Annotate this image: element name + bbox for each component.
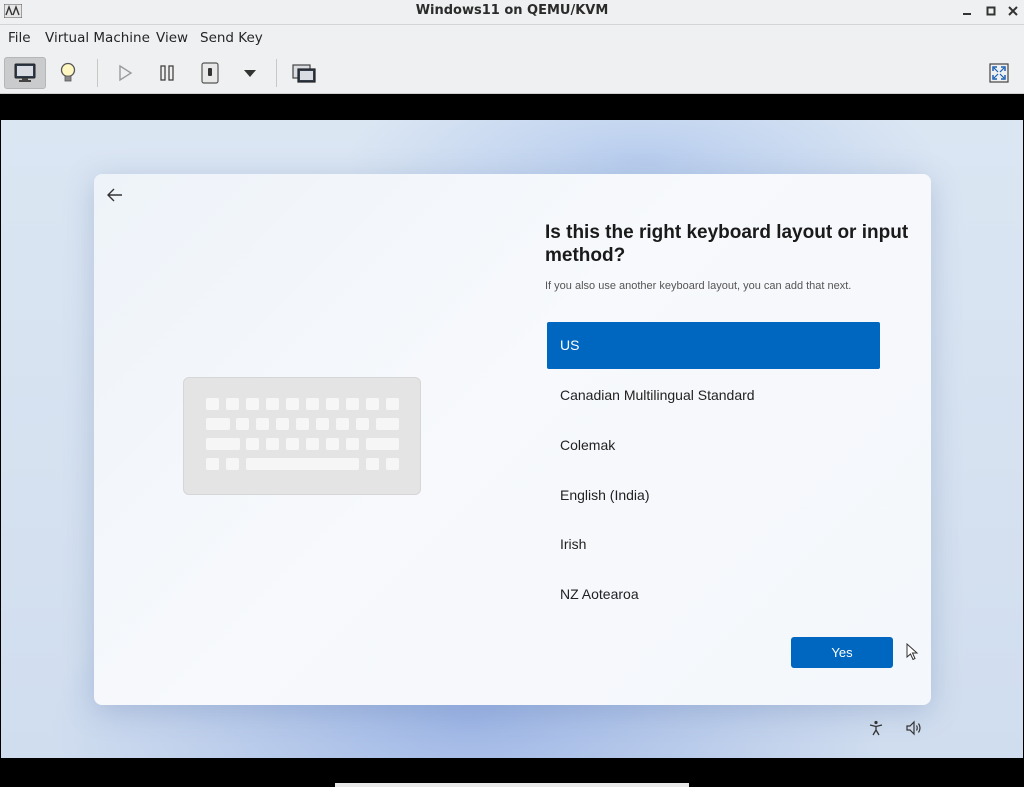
fullscreen-icon — [989, 63, 1009, 83]
details-view-button[interactable] — [47, 57, 89, 89]
maximize-icon — [986, 6, 996, 16]
run-button[interactable] — [104, 57, 146, 89]
window-titlebar: Windows11 on QEMU/KVM — [0, 0, 1024, 25]
layout-option-english-india[interactable]: English (India) — [547, 472, 880, 519]
back-button[interactable] — [104, 184, 126, 206]
layout-option-colemak[interactable]: Colemak — [547, 422, 880, 469]
toolbar-separator — [276, 59, 277, 87]
page-subtitle: If you also use another keyboard layout,… — [545, 280, 852, 292]
console-view-button[interactable] — [4, 57, 46, 89]
menubar: File Virtual Machine View Send Key — [0, 25, 1024, 51]
close-icon — [1008, 6, 1018, 16]
shutdown-menu-button[interactable] — [229, 57, 271, 89]
layout-option-nz-aotearoa[interactable]: NZ Aotearoa — [547, 571, 880, 618]
snapshots-button[interactable] — [283, 57, 325, 89]
volume-button[interactable] — [904, 718, 924, 738]
vm-display[interactable]: Is this the right keyboard layout or inp… — [1, 120, 1023, 758]
fullscreen-button[interactable] — [978, 57, 1020, 89]
play-icon — [119, 64, 133, 82]
horizontal-scrollbar[interactable] — [335, 783, 689, 787]
pause-icon — [160, 65, 174, 81]
menu-send-key[interactable]: Send Key — [200, 30, 263, 46]
menu-file[interactable]: File — [8, 30, 31, 46]
power-icon — [201, 62, 219, 84]
accessibility-icon — [869, 720, 883, 736]
lightbulb-icon — [60, 62, 76, 82]
back-arrow-icon — [107, 188, 122, 202]
yes-button[interactable]: Yes — [791, 637, 893, 668]
menu-virtual-machine[interactable]: Virtual Machine — [45, 30, 150, 46]
mouse-pointer-icon — [906, 643, 919, 661]
minimize-icon — [963, 13, 971, 15]
oobe-card: Is this the right keyboard layout or inp… — [94, 174, 931, 705]
layout-option-us[interactable]: US — [547, 322, 880, 369]
dropdown-arrow-icon — [244, 70, 256, 77]
page-title: Is this the right keyboard layout or inp… — [545, 222, 909, 266]
pause-button[interactable] — [146, 57, 188, 89]
minimize-button[interactable] — [958, 3, 976, 21]
toolbar-separator — [97, 59, 98, 87]
close-button[interactable] — [1004, 3, 1022, 21]
screenshot-icon — [292, 64, 316, 83]
monitor-icon — [14, 63, 36, 82]
shutdown-button[interactable] — [189, 57, 231, 89]
keyboard-illustration — [183, 377, 421, 495]
accessibility-button[interactable] — [866, 718, 886, 738]
layout-option-irish[interactable]: Irish — [547, 521, 880, 568]
menu-view[interactable]: View — [156, 30, 188, 46]
layout-option-canadian-multilingual[interactable]: Canadian Multilingual Standard — [547, 372, 880, 419]
toolbar — [0, 51, 1024, 94]
volume-icon — [906, 720, 921, 736]
window-title: Windows11 on QEMU/KVM — [415, 3, 609, 18]
maximize-button[interactable] — [982, 3, 1000, 21]
